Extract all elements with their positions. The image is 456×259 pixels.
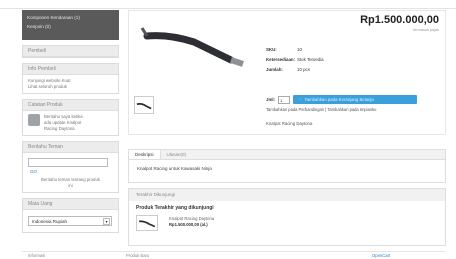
recently-viewed-title: Produk Terakhir yang dikunjungi	[136, 205, 214, 211]
buyer-info-title: Info Pembeli	[23, 64, 118, 75]
product-specs: SKU: 10 Ketersediaan: Stok Tersedia Jumlah…	[266, 45, 324, 75]
go-button[interactable]: GO	[30, 169, 37, 175]
buyer-info-link[interactable]: Lihat seluruh produk	[28, 84, 113, 90]
product-brand: Knalpot Racing Daytona	[266, 121, 313, 126]
recent-product-thumbnail[interactable]	[136, 215, 158, 231]
friend-email-input[interactable]	[28, 158, 108, 167]
notify-friend-title: Beritahu Teman	[23, 142, 118, 153]
main-content: Rp1.500.000,00 termasuk pajak SKU: 10 Ket…	[128, 10, 446, 246]
availability-label: Ketersediaan:	[266, 57, 296, 62]
product-price: Rp1.500.000,00	[360, 14, 439, 26]
footer-powered-link[interactable]: OpenCart	[372, 252, 390, 259]
recently-viewed: Terakhir Dikunjungi Produk Terakhir yang…	[128, 188, 446, 246]
add-to-cart-row: Jml: 1 🛒 Tambahkan pada Keranjang Belanj…	[266, 95, 418, 104]
category-list: Komponen Kendaraan (1) Kenpoin (0)	[22, 10, 119, 40]
footer-new-products-link[interactable]: Produk Baru	[122, 252, 372, 259]
price-note: termasuk pajak	[413, 28, 439, 32]
currency-select[interactable]: Indonesia Rupiah ▾	[28, 216, 112, 226]
product-image-exhaust[interactable]	[139, 16, 249, 76]
product-panel: Rp1.500.000,00 termasuk pajak SKU: 10 Ket…	[128, 10, 446, 135]
qty-label: Jml:	[266, 97, 276, 102]
footer-info-link[interactable]: Informasi	[22, 252, 122, 259]
chevron-down-icon[interactable]: ▾	[103, 218, 110, 225]
recent-product-price: Rp1.500.000,00 (al.)	[169, 221, 208, 227]
tab-description[interactable]: Deskripsi	[129, 150, 161, 159]
product-thumbnail[interactable]	[134, 96, 154, 114]
category-item[interactable]: Komponen Kendaraan (1)	[27, 13, 114, 22]
checkout-title: Pembeli	[23, 46, 118, 57]
add-to-cart-label: Tambahkan pada Keranjang Belanja	[304, 97, 374, 102]
user-icon	[28, 114, 40, 126]
currency-selected: Indonesia Rupiah	[32, 219, 68, 224]
sidebar: Komponen Kendaraan (1) Kenpoin (0) Pembe…	[22, 10, 119, 233]
quantity-input[interactable]: 1	[278, 95, 291, 104]
buyer-info-box: Info Pembeli Kunjungi website Kuat Lihat…	[22, 63, 119, 94]
description-text: Knalpot Racing untuk Kawasaki Ninja	[137, 166, 212, 171]
recently-viewed-header: Terakhir Dikunjungi	[129, 189, 445, 201]
sku-label: SKU:	[266, 47, 277, 52]
checkout-box: Pembeli	[22, 45, 119, 58]
top-bar	[0, 0, 456, 9]
category-item[interactable]: Kenpoin (0)	[27, 22, 114, 31]
compare-wishlist-links[interactable]: Tambahkan pada Perbandingan | Tambahkan …	[266, 107, 376, 112]
recent-product-name[interactable]: Knalpot Racing Daytona	[169, 216, 214, 222]
product-note-line[interactable]: Racing Daytona	[44, 126, 83, 132]
quantity-label: Jumlah:	[266, 67, 283, 72]
availability-value: Stok Tersedia	[297, 57, 324, 62]
currency-box: Mata Uang Indonesia Rupiah ▾	[22, 198, 119, 233]
notify-friend-box: Beritahu Teman GO Beritahu teman tentang…	[22, 141, 119, 193]
product-note-title: Catatan Produk	[23, 100, 118, 111]
footer: Informasi Produk Baru OpenCart	[22, 251, 446, 259]
notify-friend-text: ini	[68, 183, 73, 188]
quantity-value: 10 pcs	[297, 67, 310, 72]
product-tabs: Deskripsi Ulasan(0) Knalpot Racing untuk…	[128, 149, 446, 183]
product-note-box: Catatan Produk Beritahu saya ketika ada …	[22, 99, 119, 136]
tab-reviews[interactable]: Ulasan(0)	[161, 150, 193, 159]
currency-title: Mata Uang	[23, 199, 118, 210]
sku-value: 10	[297, 47, 302, 52]
add-to-cart-button[interactable]: 🛒 Tambahkan pada Keranjang Belanja	[293, 95, 418, 104]
